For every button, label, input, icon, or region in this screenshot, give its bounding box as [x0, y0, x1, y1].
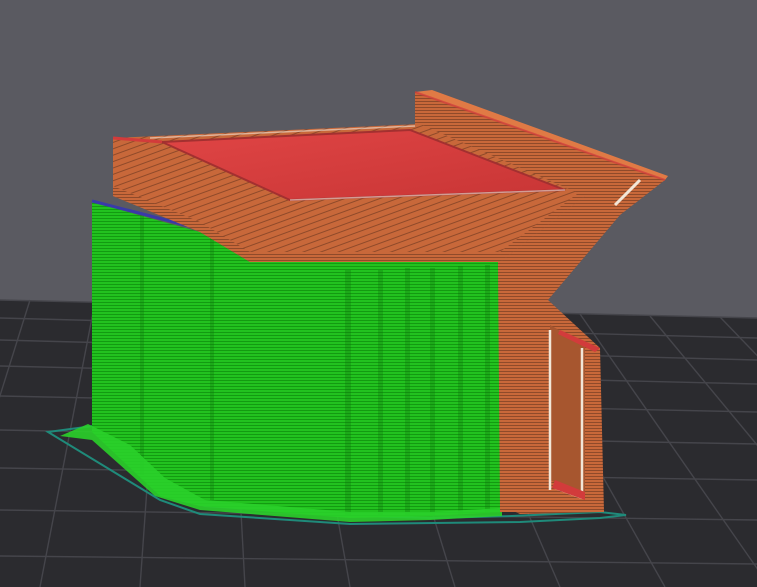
gcode-preview-viewport[interactable] [0, 0, 757, 587]
scene-canvas[interactable] [0, 0, 757, 587]
